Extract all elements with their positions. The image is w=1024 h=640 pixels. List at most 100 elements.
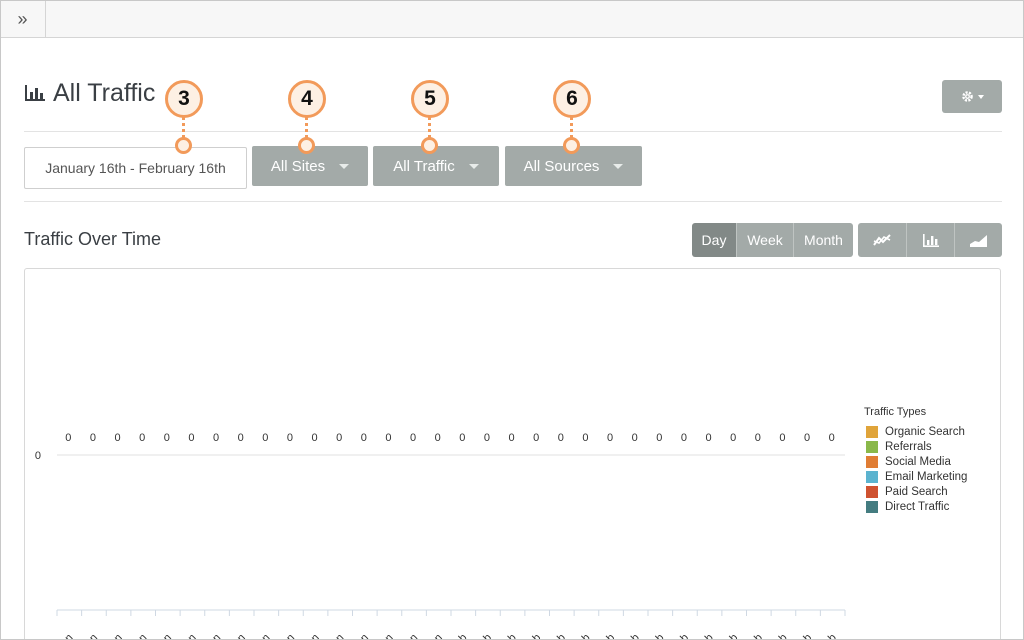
data-label: 0: [238, 432, 244, 444]
x-tick-label: Jan: [301, 632, 322, 640]
top-bar: »: [0, 0, 1024, 38]
x-tick-label: Feb: [472, 632, 494, 640]
page-title-text: All Traffic: [53, 78, 156, 107]
data-label: 0: [139, 432, 145, 444]
legend-label: Direct Traffic: [885, 501, 950, 513]
bar-chart-icon: [25, 85, 45, 101]
line-chart-icon: [873, 234, 891, 246]
data-label: 0: [336, 432, 342, 444]
line-chart-button[interactable]: [858, 223, 906, 257]
data-label: 0: [115, 432, 121, 444]
x-tick-label: Feb: [645, 632, 667, 640]
data-label: 0: [410, 432, 416, 444]
data-label: 0: [755, 432, 761, 444]
data-label: 0: [312, 432, 318, 444]
date-range-label: January 16th - February 16th: [45, 160, 226, 176]
x-tick-label: Jan: [178, 632, 199, 640]
x-tick-label: Jan: [325, 632, 346, 640]
callout-anchor: [298, 137, 315, 154]
x-tick-label: Jan: [375, 632, 396, 640]
legend-item[interactable]: Direct Traffic: [866, 501, 949, 513]
expand-sidebar-button[interactable]: »: [0, 0, 46, 38]
legend-item[interactable]: Referrals: [866, 441, 932, 453]
legend-swatch: [866, 441, 878, 453]
legend-item[interactable]: Paid Search: [866, 486, 948, 498]
x-tick-label: Feb: [546, 632, 568, 640]
data-label: 0: [706, 432, 712, 444]
data-label: 0: [385, 432, 391, 444]
legend-item[interactable]: Email Marketing: [866, 471, 967, 483]
divider: [24, 131, 1002, 132]
legend-swatch: [866, 426, 878, 438]
x-tick-label: Feb: [694, 632, 716, 640]
x-tick-label: Jan: [399, 632, 420, 640]
x-tick-label: Feb: [768, 632, 790, 640]
data-label: 0: [829, 432, 835, 444]
date-range-picker[interactable]: January 16th - February 16th: [24, 147, 247, 189]
data-label: 0: [213, 432, 219, 444]
section-title: Traffic Over Time: [24, 229, 162, 249]
data-label: 0: [632, 432, 638, 444]
x-tick-label: Jan: [104, 632, 125, 640]
traffic-dropdown-label: All Traffic: [393, 157, 455, 175]
data-label: 0: [65, 432, 71, 444]
x-tick-label: Jan: [79, 632, 100, 640]
area-chart-button[interactable]: [954, 223, 1002, 257]
callout-5: 5: [411, 80, 449, 118]
callout-anchor: [421, 137, 438, 154]
callout-4: 4: [288, 80, 326, 118]
double-chevron-right-icon: »: [17, 8, 28, 29]
legend-label: Paid Search: [885, 486, 948, 498]
legend-title: Traffic Types: [864, 406, 927, 418]
x-tick-label: Jan: [227, 632, 248, 640]
legend-swatch: [866, 456, 878, 468]
x-tick-label: Feb: [571, 632, 593, 640]
traffic-chart-panel: 0 0 Jan 0 Jan 0 Jan 0 Jan 0 Jan 0 Jan 0 Jan 0 Jan 0 Jan 0 Ja…: [24, 268, 1001, 640]
x-tick-label: Feb: [448, 632, 470, 640]
callout-3: 3: [165, 80, 203, 118]
legend-item[interactable]: Organic Search: [866, 426, 965, 438]
data-label: 0: [90, 432, 96, 444]
x-tick-label: Feb: [521, 632, 543, 640]
legend-label: Referrals: [885, 441, 932, 453]
data-label: 0: [804, 432, 810, 444]
callout-connector: [570, 117, 573, 138]
legend-swatch: [866, 486, 878, 498]
chevron-down-icon: [613, 163, 624, 169]
chevron-down-icon: [977, 94, 984, 99]
legend-swatch: [866, 471, 878, 483]
legend-item[interactable]: Social Media: [866, 456, 951, 468]
data-label: 0: [484, 432, 490, 444]
x-tick-label: Jan: [424, 632, 445, 640]
callout-connector: [182, 117, 185, 138]
bar-chart-button[interactable]: [906, 223, 954, 257]
data-label: 0: [287, 432, 293, 444]
y-tick-label: 0: [35, 450, 41, 462]
data-label: 0: [188, 432, 194, 444]
settings-dropdown-button[interactable]: [942, 80, 1002, 113]
x-tick-label: Feb: [817, 632, 839, 640]
data-label: 0: [164, 432, 170, 444]
data-label: 0: [558, 432, 564, 444]
legend-swatch: [866, 501, 878, 513]
callout-anchor: [563, 137, 580, 154]
divider: [24, 201, 1002, 202]
x-tick-label: Jan: [276, 632, 297, 640]
x-tick-label: Feb: [595, 632, 617, 640]
traffic-dropdown[interactable]: All Traffic: [373, 146, 499, 186]
data-label: 0: [361, 432, 367, 444]
chevron-down-icon: [339, 163, 350, 169]
area-chart-icon: [970, 234, 987, 247]
callout-connector: [428, 117, 431, 138]
chevron-down-icon: [468, 163, 479, 169]
period-day-button[interactable]: Day: [692, 223, 736, 257]
data-label: 0: [779, 432, 785, 444]
callout-anchor: [175, 137, 192, 154]
x-tick-label: Jan: [202, 632, 223, 640]
x-tick-label: Feb: [743, 632, 765, 640]
period-week-button[interactable]: Week: [736, 223, 793, 257]
x-tick-label: Jan: [350, 632, 371, 640]
page-title: All Traffic: [24, 76, 155, 110]
data-label: 0: [730, 432, 736, 444]
period-month-button[interactable]: Month: [793, 223, 853, 257]
